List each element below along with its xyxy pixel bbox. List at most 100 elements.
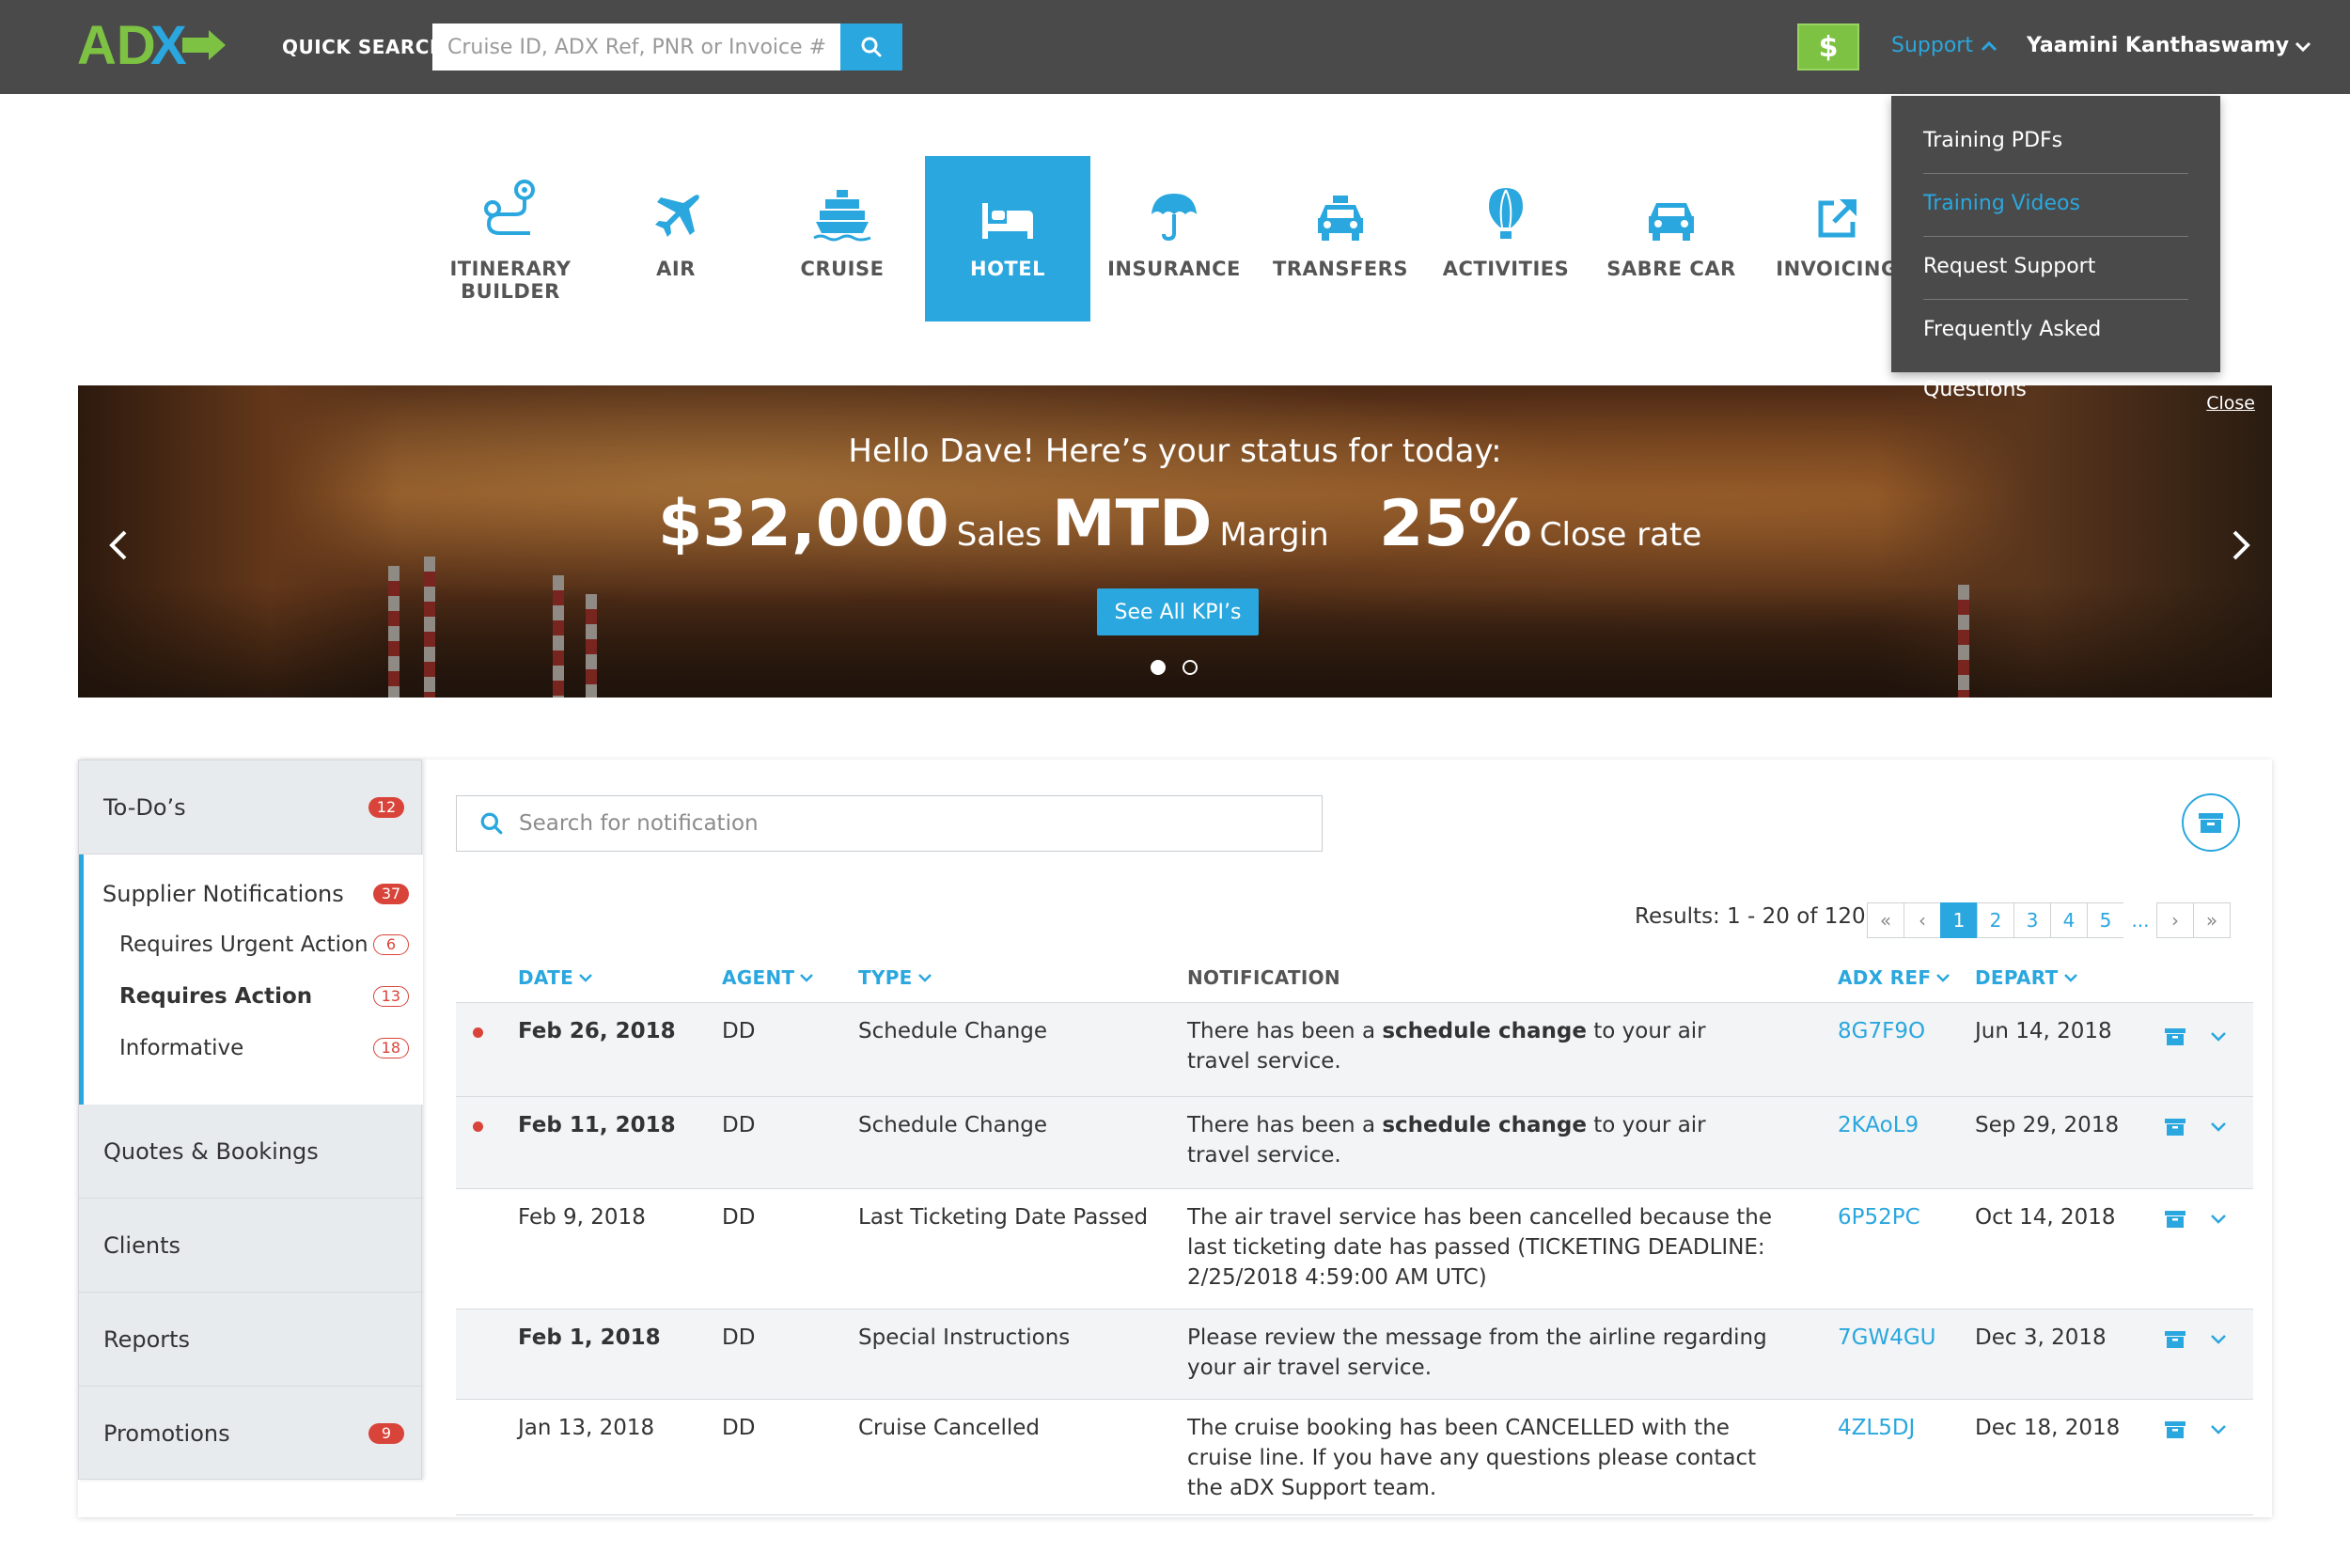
table-row[interactable]: Feb 9, 2018 DD Last Ticketing Date Passe… (456, 1188, 2253, 1309)
expand-chevron-icon[interactable] (2210, 1121, 2227, 1133)
pager-next[interactable]: › (2156, 902, 2194, 938)
row-adx-ref-link[interactable]: 8G7F9O (1838, 1016, 1925, 1046)
adx-logo[interactable]: AD X (77, 17, 227, 73)
count-badge: 9 (368, 1423, 404, 1444)
carousel-dot-1[interactable] (1151, 660, 1166, 675)
column-header-date[interactable]: DATE (518, 966, 592, 989)
ship-icon (813, 190, 871, 242)
sidebar-item-todos[interactable]: To-Do’s 12 (79, 760, 423, 855)
sidebar-item-supplier-notifications[interactable]: Supplier Notifications 37 (84, 866, 423, 922)
cat-insurance[interactable]: INSURANCE (1091, 156, 1257, 321)
carousel-dot-2[interactable] (1183, 660, 1198, 675)
column-header-agent[interactable]: AGENT (722, 966, 814, 989)
sidebar-item-label: Promotions (103, 1420, 230, 1447)
pager-page-1[interactable]: 1 (1940, 902, 1978, 938)
row-adx-ref-link[interactable]: 2KAoL9 (1838, 1110, 1919, 1140)
kpi-sales-label: Sales (956, 516, 1042, 554)
archive-icon[interactable] (2165, 1210, 2186, 1229)
commission-button[interactable]: $ (1797, 24, 1859, 71)
support-item-faq[interactable]: Frequently Asked Questions (1923, 300, 2188, 401)
chevron-right-icon[interactable] (2221, 526, 2259, 564)
sidebar-item-label: Supplier Notifications (102, 881, 344, 907)
kpi-margin: MTD Margin (1052, 487, 1329, 561)
table-row[interactable]: Feb 11, 2018 DD Schedule Change There ha… (456, 1096, 2253, 1188)
row-type: Special Instructions (858, 1325, 1071, 1350)
sidebar-item-quotes-bookings[interactable]: Quotes & Bookings (79, 1105, 423, 1199)
column-header-type[interactable]: TYPE (858, 966, 932, 989)
archive-icon[interactable] (2165, 1027, 2186, 1046)
sidebar-group-supplier: Supplier Notifications 37 Requires Urgen… (79, 855, 423, 1105)
sidebar-item-reports[interactable]: Reports (79, 1293, 423, 1387)
pager-prev[interactable]: ‹ (1904, 902, 1941, 938)
route-icon (484, 180, 535, 235)
sidebar-item-clients[interactable]: Clients (79, 1199, 423, 1293)
table-row[interactable]: Jan 13, 2018 DD Cruise Cancelled The cru… (456, 1399, 2253, 1515)
cat-cruise[interactable]: CRUISE (760, 156, 925, 321)
sidebar-item-urgent-action[interactable]: Requires Urgent Action 6 (84, 918, 423, 971)
kpi-close-rate-value: 25% (1379, 487, 1532, 561)
pager-page-2[interactable]: 2 (1977, 902, 2014, 938)
quick-search-button[interactable] (840, 24, 902, 71)
see-all-kpis-button[interactable]: See All KPI’s (1097, 588, 1259, 635)
cat-itinerary-builder[interactable]: ITINERARY BUILDER (428, 156, 593, 321)
support-dropdown: Training PDFs Training Videos Request Su… (1891, 96, 2220, 401)
pagination: « ‹ 1 2 3 4 5 ... › » (1867, 902, 2231, 938)
chevron-down-icon (1936, 974, 1950, 982)
cat-transfers[interactable]: TRANSFERS (1258, 156, 1423, 321)
notification-search-input[interactable] (519, 811, 1290, 836)
cat-cruise-label: CRUISE (800, 258, 885, 280)
pager-page-3[interactable]: 3 (2013, 902, 2051, 938)
support-menu-toggle[interactable]: Support (1891, 34, 1998, 57)
table-row[interactable]: Feb 26, 2018 DD Schedule Change There ha… (456, 1002, 2253, 1096)
column-header-depart[interactable]: DEPART (1975, 966, 2077, 989)
row-type: Schedule Change (858, 1019, 1048, 1043)
table-row[interactable]: Feb 1, 2018 DD Special Instructions Plea… (456, 1309, 2253, 1399)
cat-activities-label: ACTIVITIES (1442, 258, 1570, 280)
row-depart: Dec 3, 2018 (1975, 1325, 2107, 1350)
expand-chevron-icon[interactable] (2210, 1424, 2227, 1435)
archive-icon[interactable] (2165, 1118, 2186, 1137)
row-type: Last Ticketing Date Passed (858, 1205, 1149, 1230)
expand-chevron-icon[interactable] (2210, 1214, 2227, 1225)
archive-icon[interactable] (2165, 1420, 2186, 1439)
support-item-training-videos[interactable]: Training Videos (1923, 174, 2188, 237)
cat-activities[interactable]: ACTIVITIES (1423, 156, 1589, 321)
chevron-down-icon (579, 974, 592, 982)
pager-page-4[interactable]: 4 (2050, 902, 2088, 938)
row-adx-ref-link[interactable]: 6P52PC (1838, 1202, 1920, 1232)
pager-last[interactable]: » (2193, 902, 2231, 938)
expand-chevron-icon[interactable] (2210, 1031, 2227, 1043)
row-adx-ref-link[interactable]: 4ZL5DJ (1838, 1413, 1915, 1443)
row-depart: Dec 18, 2018 (1975, 1416, 2121, 1440)
chevron-left-icon[interactable] (101, 526, 138, 564)
quick-search-input[interactable] (432, 24, 840, 71)
pager-page-5[interactable]: 5 (2087, 902, 2124, 938)
cat-sabre-car[interactable]: SABRE CAR (1589, 156, 1754, 321)
row-adx-ref-link[interactable]: 7GW4GU (1838, 1323, 1936, 1353)
column-header-label: AGENT (722, 966, 795, 989)
external-link-icon (1818, 199, 1856, 238)
airplane-icon (655, 195, 699, 237)
archive-icon[interactable] (2165, 1330, 2186, 1349)
expand-chevron-icon[interactable] (2210, 1334, 2227, 1345)
sidebar-item-requires-action[interactable]: Requires Action 13 (84, 970, 423, 1023)
user-menu-toggle[interactable]: Yaamini Kanthaswamy (2027, 34, 2311, 57)
notification-emphasis: schedule change (1382, 1113, 1587, 1137)
sidebar-item-informative[interactable]: Informative 18 (84, 1022, 423, 1074)
archive-button[interactable] (2182, 793, 2240, 852)
cat-itinerary-builder-label: ITINERARY BUILDER (449, 258, 572, 303)
pager-first[interactable]: « (1867, 902, 1904, 938)
cat-air-label: AIR (656, 258, 696, 280)
cat-hotel[interactable]: HOTEL (925, 156, 1090, 321)
banner-close-link[interactable]: Close (2206, 393, 2255, 414)
support-item-request-support[interactable]: Request Support (1923, 237, 2188, 300)
table-header: DATE AGENT TYPE NOTIFICATION ADX REF DEP… (456, 966, 2253, 998)
cat-insurance-label: INSURANCE (1107, 258, 1241, 280)
sidebar-item-promotions[interactable]: Promotions 9 (79, 1387, 423, 1481)
unread-indicator (473, 1027, 483, 1038)
row-notification: There has been a schedule change to your… (1187, 1110, 1770, 1170)
sidebar-item-label: Clients (103, 1231, 180, 1259)
column-header-adx-ref[interactable]: ADX REF (1838, 966, 1950, 989)
cat-air[interactable]: AIR (593, 156, 759, 321)
support-item-training-pdfs[interactable]: Training PDFs (1923, 111, 2188, 174)
